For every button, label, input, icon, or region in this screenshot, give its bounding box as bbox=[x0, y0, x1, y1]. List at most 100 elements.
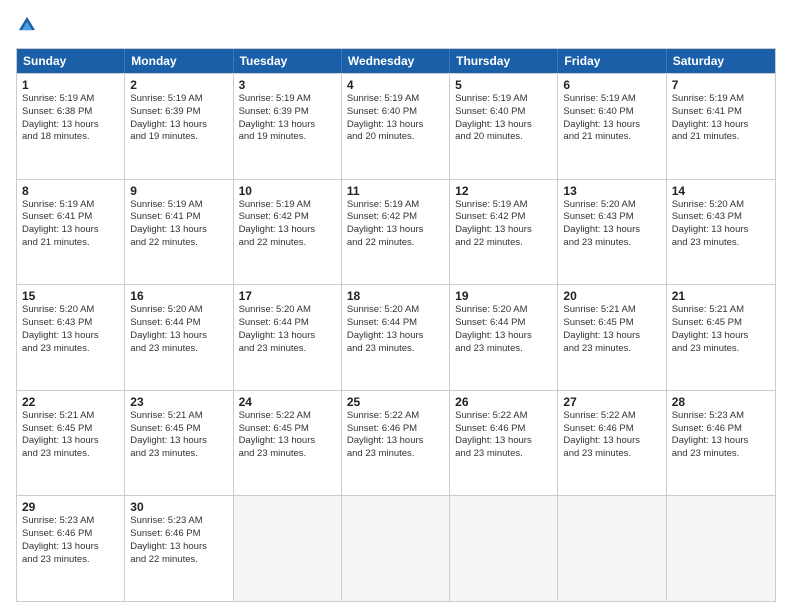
calendar-cell: 22Sunrise: 5:21 AM Sunset: 6:45 PM Dayli… bbox=[17, 391, 125, 496]
day-number: 22 bbox=[22, 395, 119, 409]
day-number: 10 bbox=[239, 184, 336, 198]
calendar-cell: 13Sunrise: 5:20 AM Sunset: 6:43 PM Dayli… bbox=[558, 180, 666, 285]
day-info: Sunrise: 5:19 AM Sunset: 6:42 PM Dayligh… bbox=[455, 199, 552, 250]
day-number: 1 bbox=[22, 78, 119, 92]
calendar-cell: 19Sunrise: 5:20 AM Sunset: 6:44 PM Dayli… bbox=[450, 285, 558, 390]
calendar-cell: 9Sunrise: 5:19 AM Sunset: 6:41 PM Daylig… bbox=[125, 180, 233, 285]
day-number: 11 bbox=[347, 184, 444, 198]
day-info: Sunrise: 5:20 AM Sunset: 6:44 PM Dayligh… bbox=[130, 304, 227, 355]
weekday-header-thursday: Thursday bbox=[450, 49, 558, 73]
calendar-cell: 11Sunrise: 5:19 AM Sunset: 6:42 PM Dayli… bbox=[342, 180, 450, 285]
day-number: 14 bbox=[672, 184, 770, 198]
calendar-cell: 18Sunrise: 5:20 AM Sunset: 6:44 PM Dayli… bbox=[342, 285, 450, 390]
day-info: Sunrise: 5:19 AM Sunset: 6:41 PM Dayligh… bbox=[22, 199, 119, 250]
day-number: 27 bbox=[563, 395, 660, 409]
day-info: Sunrise: 5:22 AM Sunset: 6:46 PM Dayligh… bbox=[563, 410, 660, 461]
day-number: 4 bbox=[347, 78, 444, 92]
weekday-header-sunday: Sunday bbox=[17, 49, 125, 73]
calendar-cell: 15Sunrise: 5:20 AM Sunset: 6:43 PM Dayli… bbox=[17, 285, 125, 390]
weekday-header-friday: Friday bbox=[558, 49, 666, 73]
logo bbox=[16, 14, 42, 38]
day-info: Sunrise: 5:21 AM Sunset: 6:45 PM Dayligh… bbox=[672, 304, 770, 355]
calendar-cell: 6Sunrise: 5:19 AM Sunset: 6:40 PM Daylig… bbox=[558, 74, 666, 179]
calendar-cell: 5Sunrise: 5:19 AM Sunset: 6:40 PM Daylig… bbox=[450, 74, 558, 179]
day-info: Sunrise: 5:21 AM Sunset: 6:45 PM Dayligh… bbox=[130, 410, 227, 461]
calendar-row: 29Sunrise: 5:23 AM Sunset: 6:46 PM Dayli… bbox=[17, 495, 775, 601]
calendar-cell bbox=[450, 496, 558, 601]
calendar: SundayMondayTuesdayWednesdayThursdayFrid… bbox=[16, 48, 776, 602]
day-info: Sunrise: 5:20 AM Sunset: 6:44 PM Dayligh… bbox=[239, 304, 336, 355]
day-info: Sunrise: 5:23 AM Sunset: 6:46 PM Dayligh… bbox=[130, 515, 227, 566]
calendar-cell: 14Sunrise: 5:20 AM Sunset: 6:43 PM Dayli… bbox=[667, 180, 775, 285]
day-number: 8 bbox=[22, 184, 119, 198]
day-info: Sunrise: 5:20 AM Sunset: 6:44 PM Dayligh… bbox=[455, 304, 552, 355]
calendar-row: 15Sunrise: 5:20 AM Sunset: 6:43 PM Dayli… bbox=[17, 284, 775, 390]
day-info: Sunrise: 5:19 AM Sunset: 6:39 PM Dayligh… bbox=[239, 93, 336, 144]
day-number: 24 bbox=[239, 395, 336, 409]
day-info: Sunrise: 5:19 AM Sunset: 6:41 PM Dayligh… bbox=[672, 93, 770, 144]
day-number: 30 bbox=[130, 500, 227, 514]
day-number: 5 bbox=[455, 78, 552, 92]
calendar-body: 1Sunrise: 5:19 AM Sunset: 6:38 PM Daylig… bbox=[17, 73, 775, 601]
day-number: 29 bbox=[22, 500, 119, 514]
day-info: Sunrise: 5:22 AM Sunset: 6:46 PM Dayligh… bbox=[455, 410, 552, 461]
calendar-cell: 4Sunrise: 5:19 AM Sunset: 6:40 PM Daylig… bbox=[342, 74, 450, 179]
calendar-cell: 3Sunrise: 5:19 AM Sunset: 6:39 PM Daylig… bbox=[234, 74, 342, 179]
day-info: Sunrise: 5:19 AM Sunset: 6:38 PM Dayligh… bbox=[22, 93, 119, 144]
calendar-row: 1Sunrise: 5:19 AM Sunset: 6:38 PM Daylig… bbox=[17, 73, 775, 179]
calendar-cell: 24Sunrise: 5:22 AM Sunset: 6:45 PM Dayli… bbox=[234, 391, 342, 496]
day-number: 19 bbox=[455, 289, 552, 303]
day-number: 18 bbox=[347, 289, 444, 303]
day-info: Sunrise: 5:22 AM Sunset: 6:46 PM Dayligh… bbox=[347, 410, 444, 461]
calendar-cell bbox=[558, 496, 666, 601]
weekday-header-tuesday: Tuesday bbox=[234, 49, 342, 73]
day-info: Sunrise: 5:23 AM Sunset: 6:46 PM Dayligh… bbox=[672, 410, 770, 461]
day-number: 25 bbox=[347, 395, 444, 409]
logo-icon bbox=[16, 14, 38, 36]
calendar-cell: 10Sunrise: 5:19 AM Sunset: 6:42 PM Dayli… bbox=[234, 180, 342, 285]
calendar-cell: 12Sunrise: 5:19 AM Sunset: 6:42 PM Dayli… bbox=[450, 180, 558, 285]
day-info: Sunrise: 5:21 AM Sunset: 6:45 PM Dayligh… bbox=[22, 410, 119, 461]
calendar-cell: 27Sunrise: 5:22 AM Sunset: 6:46 PM Dayli… bbox=[558, 391, 666, 496]
calendar-cell: 1Sunrise: 5:19 AM Sunset: 6:38 PM Daylig… bbox=[17, 74, 125, 179]
calendar-cell: 8Sunrise: 5:19 AM Sunset: 6:41 PM Daylig… bbox=[17, 180, 125, 285]
calendar-cell: 17Sunrise: 5:20 AM Sunset: 6:44 PM Dayli… bbox=[234, 285, 342, 390]
day-number: 26 bbox=[455, 395, 552, 409]
day-info: Sunrise: 5:23 AM Sunset: 6:46 PM Dayligh… bbox=[22, 515, 119, 566]
day-info: Sunrise: 5:19 AM Sunset: 6:41 PM Dayligh… bbox=[130, 199, 227, 250]
day-number: 28 bbox=[672, 395, 770, 409]
calendar-row: 22Sunrise: 5:21 AM Sunset: 6:45 PM Dayli… bbox=[17, 390, 775, 496]
day-info: Sunrise: 5:22 AM Sunset: 6:45 PM Dayligh… bbox=[239, 410, 336, 461]
page-header bbox=[16, 14, 776, 38]
day-number: 20 bbox=[563, 289, 660, 303]
day-number: 15 bbox=[22, 289, 119, 303]
calendar-cell: 30Sunrise: 5:23 AM Sunset: 6:46 PM Dayli… bbox=[125, 496, 233, 601]
day-number: 6 bbox=[563, 78, 660, 92]
day-info: Sunrise: 5:20 AM Sunset: 6:43 PM Dayligh… bbox=[22, 304, 119, 355]
day-info: Sunrise: 5:19 AM Sunset: 6:40 PM Dayligh… bbox=[455, 93, 552, 144]
calendar-cell bbox=[234, 496, 342, 601]
calendar-row: 8Sunrise: 5:19 AM Sunset: 6:41 PM Daylig… bbox=[17, 179, 775, 285]
day-info: Sunrise: 5:19 AM Sunset: 6:40 PM Dayligh… bbox=[347, 93, 444, 144]
calendar-cell: 21Sunrise: 5:21 AM Sunset: 6:45 PM Dayli… bbox=[667, 285, 775, 390]
day-number: 12 bbox=[455, 184, 552, 198]
day-info: Sunrise: 5:20 AM Sunset: 6:44 PM Dayligh… bbox=[347, 304, 444, 355]
day-number: 17 bbox=[239, 289, 336, 303]
calendar-cell: 23Sunrise: 5:21 AM Sunset: 6:45 PM Dayli… bbox=[125, 391, 233, 496]
calendar-cell: 20Sunrise: 5:21 AM Sunset: 6:45 PM Dayli… bbox=[558, 285, 666, 390]
day-number: 7 bbox=[672, 78, 770, 92]
calendar-cell: 29Sunrise: 5:23 AM Sunset: 6:46 PM Dayli… bbox=[17, 496, 125, 601]
day-info: Sunrise: 5:20 AM Sunset: 6:43 PM Dayligh… bbox=[563, 199, 660, 250]
day-number: 9 bbox=[130, 184, 227, 198]
day-info: Sunrise: 5:19 AM Sunset: 6:42 PM Dayligh… bbox=[239, 199, 336, 250]
weekday-header-monday: Monday bbox=[125, 49, 233, 73]
day-number: 16 bbox=[130, 289, 227, 303]
calendar-cell: 16Sunrise: 5:20 AM Sunset: 6:44 PM Dayli… bbox=[125, 285, 233, 390]
day-number: 13 bbox=[563, 184, 660, 198]
day-number: 3 bbox=[239, 78, 336, 92]
day-info: Sunrise: 5:19 AM Sunset: 6:39 PM Dayligh… bbox=[130, 93, 227, 144]
calendar-cell: 2Sunrise: 5:19 AM Sunset: 6:39 PM Daylig… bbox=[125, 74, 233, 179]
day-info: Sunrise: 5:19 AM Sunset: 6:40 PM Dayligh… bbox=[563, 93, 660, 144]
day-number: 2 bbox=[130, 78, 227, 92]
calendar-cell: 25Sunrise: 5:22 AM Sunset: 6:46 PM Dayli… bbox=[342, 391, 450, 496]
